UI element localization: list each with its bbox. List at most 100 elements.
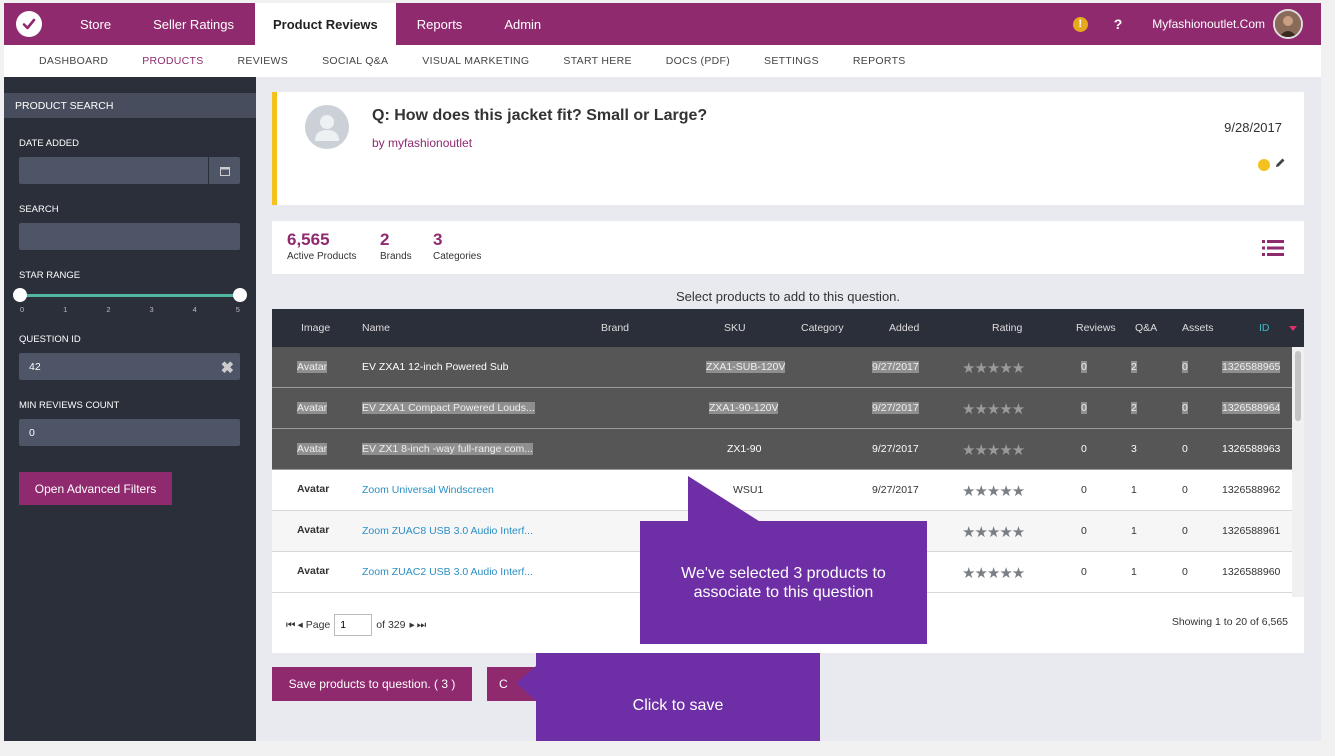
subnav-dashboard[interactable]: DASHBOARD — [22, 55, 125, 67]
question-card: Q: How does this jacket fit? Small or La… — [272, 92, 1304, 205]
cell-added: 9/27/2017 — [872, 402, 919, 414]
subnav-settings[interactable]: SETTINGS — [747, 55, 836, 67]
table-row[interactable]: Avatar EV ZXA1 Compact Powered Louds... ZX… — [272, 388, 1292, 429]
col-assets[interactable]: Assets — [1182, 322, 1214, 334]
subnav-docs[interactable]: DOCS (PDF) — [649, 55, 747, 67]
callout-selected-products: We've selected 3 products to associate t… — [640, 521, 927, 644]
warning-icon[interactable]: ! — [1072, 16, 1088, 32]
page-input[interactable] — [334, 614, 373, 636]
cell-image: Avatar — [297, 483, 330, 495]
sub-nav: DASHBOARD PRODUCTS REVIEWS SOCIAL Q&A VI… — [4, 45, 1321, 77]
table-scrollbar[interactable] — [1292, 347, 1304, 597]
store-name[interactable]: Myfashionoutlet.Com — [1152, 17, 1265, 31]
subnav-reviews[interactable]: REVIEWS — [221, 55, 306, 67]
top-right: ! ? Myfashionoutlet.Com — [1072, 3, 1321, 45]
cell-qa: 2 — [1131, 361, 1137, 373]
star-range-max-handle[interactable] — [233, 288, 247, 302]
stat-brands: 2 Brands — [380, 230, 412, 262]
cell-assets: 0 — [1182, 443, 1188, 455]
stat-label: Categories — [433, 251, 482, 262]
star-tick: 1 — [63, 305, 68, 314]
star-tick: 5 — [235, 305, 240, 314]
topnav-seller-ratings[interactable]: Seller Ratings — [132, 3, 255, 45]
col-sku[interactable]: SKU — [724, 322, 746, 334]
help-icon[interactable]: ? — [1114, 16, 1123, 32]
save-products-button[interactable]: Save products to question. ( 3 ) — [272, 667, 472, 701]
topnav-store[interactable]: Store — [59, 3, 132, 45]
topnav-reports[interactable]: Reports — [396, 3, 484, 45]
page-of-label: of 329 — [376, 619, 406, 631]
cell-reviews: 0 — [1081, 443, 1087, 455]
subnav-social-qa[interactable]: SOCIAL Q&A — [305, 55, 405, 67]
table-row[interactable]: Avatar EV ZXA1 12-inch Powered Sub ZXA1-SU… — [272, 347, 1292, 388]
question-id-label: QUESTION ID — [19, 334, 81, 345]
cell-added: 9/27/2017 — [872, 361, 919, 373]
open-advanced-filters-button[interactable]: Open Advanced Filters — [19, 472, 172, 505]
rating-stars-icon: ★★★★★ — [962, 483, 1025, 500]
col-image[interactable]: Image — [301, 322, 330, 334]
table-header: Image Name Brand SKU Category Added Rati… — [272, 309, 1304, 347]
cell-qa: 2 — [1131, 402, 1137, 414]
rating-stars-icon: ★★★★★ — [962, 442, 1025, 459]
user-placeholder-icon — [305, 105, 349, 149]
question-id-input[interactable]: 42 ✖ — [19, 353, 240, 380]
col-qa[interactable]: Q&A — [1135, 322, 1157, 334]
topnav-admin[interactable]: Admin — [483, 3, 562, 45]
scrollbar-thumb[interactable] — [1295, 351, 1301, 421]
cell-name[interactable]: Zoom ZUAC8 USB 3.0 Audio Interf... — [362, 525, 533, 537]
callout-click-to-save: Click to save — [536, 653, 820, 741]
list-view-icon[interactable] — [1262, 240, 1284, 261]
col-brand[interactable]: Brand — [601, 322, 629, 334]
status-dot-icon — [1258, 159, 1270, 171]
star-range-slider[interactable] — [13, 288, 247, 302]
user-avatar[interactable] — [1273, 9, 1303, 39]
table-row[interactable]: Avatar Zoom Universal Windscreen WSU1 9/27/… — [272, 470, 1292, 511]
question-date: 9/28/2017 — [1224, 120, 1282, 135]
table-row[interactable]: Avatar EV ZX1 8-inch -way full-range com.… — [272, 429, 1292, 470]
col-rating[interactable]: Rating — [992, 322, 1022, 334]
cell-image: Avatar — [297, 524, 330, 536]
star-range-min-handle[interactable] — [13, 288, 27, 302]
col-added[interactable]: Added — [889, 322, 919, 334]
rating-stars-icon: ★★★★★ — [962, 524, 1025, 541]
subnav-products[interactable]: PRODUCTS — [125, 55, 220, 67]
cell-name[interactable]: EV ZX1 8-inch -way full-range com... — [362, 443, 533, 455]
cell-name[interactable]: Zoom ZUAC2 USB 3.0 Audio Interf... — [362, 566, 533, 578]
pencil-edit-icon[interactable] — [1274, 156, 1286, 174]
search-input[interactable] — [19, 223, 240, 250]
logo-check-icon[interactable] — [16, 11, 42, 37]
cell-assets: 0 — [1182, 402, 1188, 414]
subnav-reports[interactable]: REPORTS — [836, 55, 923, 67]
cell-qa: 1 — [1131, 566, 1137, 578]
first-page-icon[interactable]: ⏮ — [286, 619, 295, 632]
question-author[interactable]: by myfashionoutlet — [372, 136, 472, 150]
cell-name[interactable]: EV ZXA1 Compact Powered Louds... — [362, 402, 535, 414]
next-page-icon[interactable]: ▸ — [409, 619, 414, 631]
col-reviews[interactable]: Reviews — [1076, 322, 1116, 334]
cell-id: 1326588964 — [1222, 402, 1281, 414]
subnav-visual-marketing[interactable]: VISUAL MARKETING — [405, 55, 546, 67]
star-tick: 3 — [149, 305, 154, 314]
min-reviews-input[interactable]: 0 — [19, 419, 240, 446]
stat-value: 6,565 — [287, 230, 330, 249]
col-name[interactable]: Name — [362, 322, 390, 334]
cell-reviews: 0 — [1081, 525, 1087, 537]
clear-icon[interactable]: ✖ — [221, 358, 234, 378]
last-page-icon[interactable]: ⏭ — [417, 619, 426, 632]
question-title: Q: How does this jacket fit? Small or La… — [372, 107, 708, 124]
subnav-start-here[interactable]: START HERE — [546, 55, 648, 67]
cell-added: 9/27/2017 — [872, 484, 919, 496]
cell-qa: 1 — [1131, 525, 1137, 537]
date-added-label: DATE ADDED — [19, 138, 80, 149]
cell-name[interactable]: Zoom Universal Windscreen — [362, 484, 494, 496]
date-added-input[interactable] — [19, 157, 240, 184]
table-caption: Select products to add to this question. — [675, 289, 901, 304]
topnav-product-reviews[interactable]: Product Reviews — [255, 3, 396, 45]
col-id[interactable]: ID — [1259, 322, 1270, 334]
col-category[interactable]: Category — [801, 322, 844, 334]
sort-desc-icon[interactable] — [1289, 323, 1297, 335]
prev-page-icon[interactable]: ◂ — [297, 619, 302, 631]
calendar-icon[interactable] — [208, 157, 240, 184]
cell-name[interactable]: EV ZXA1 12-inch Powered Sub — [362, 361, 509, 373]
min-reviews-label: MIN REVIEWS COUNT — [19, 400, 120, 411]
